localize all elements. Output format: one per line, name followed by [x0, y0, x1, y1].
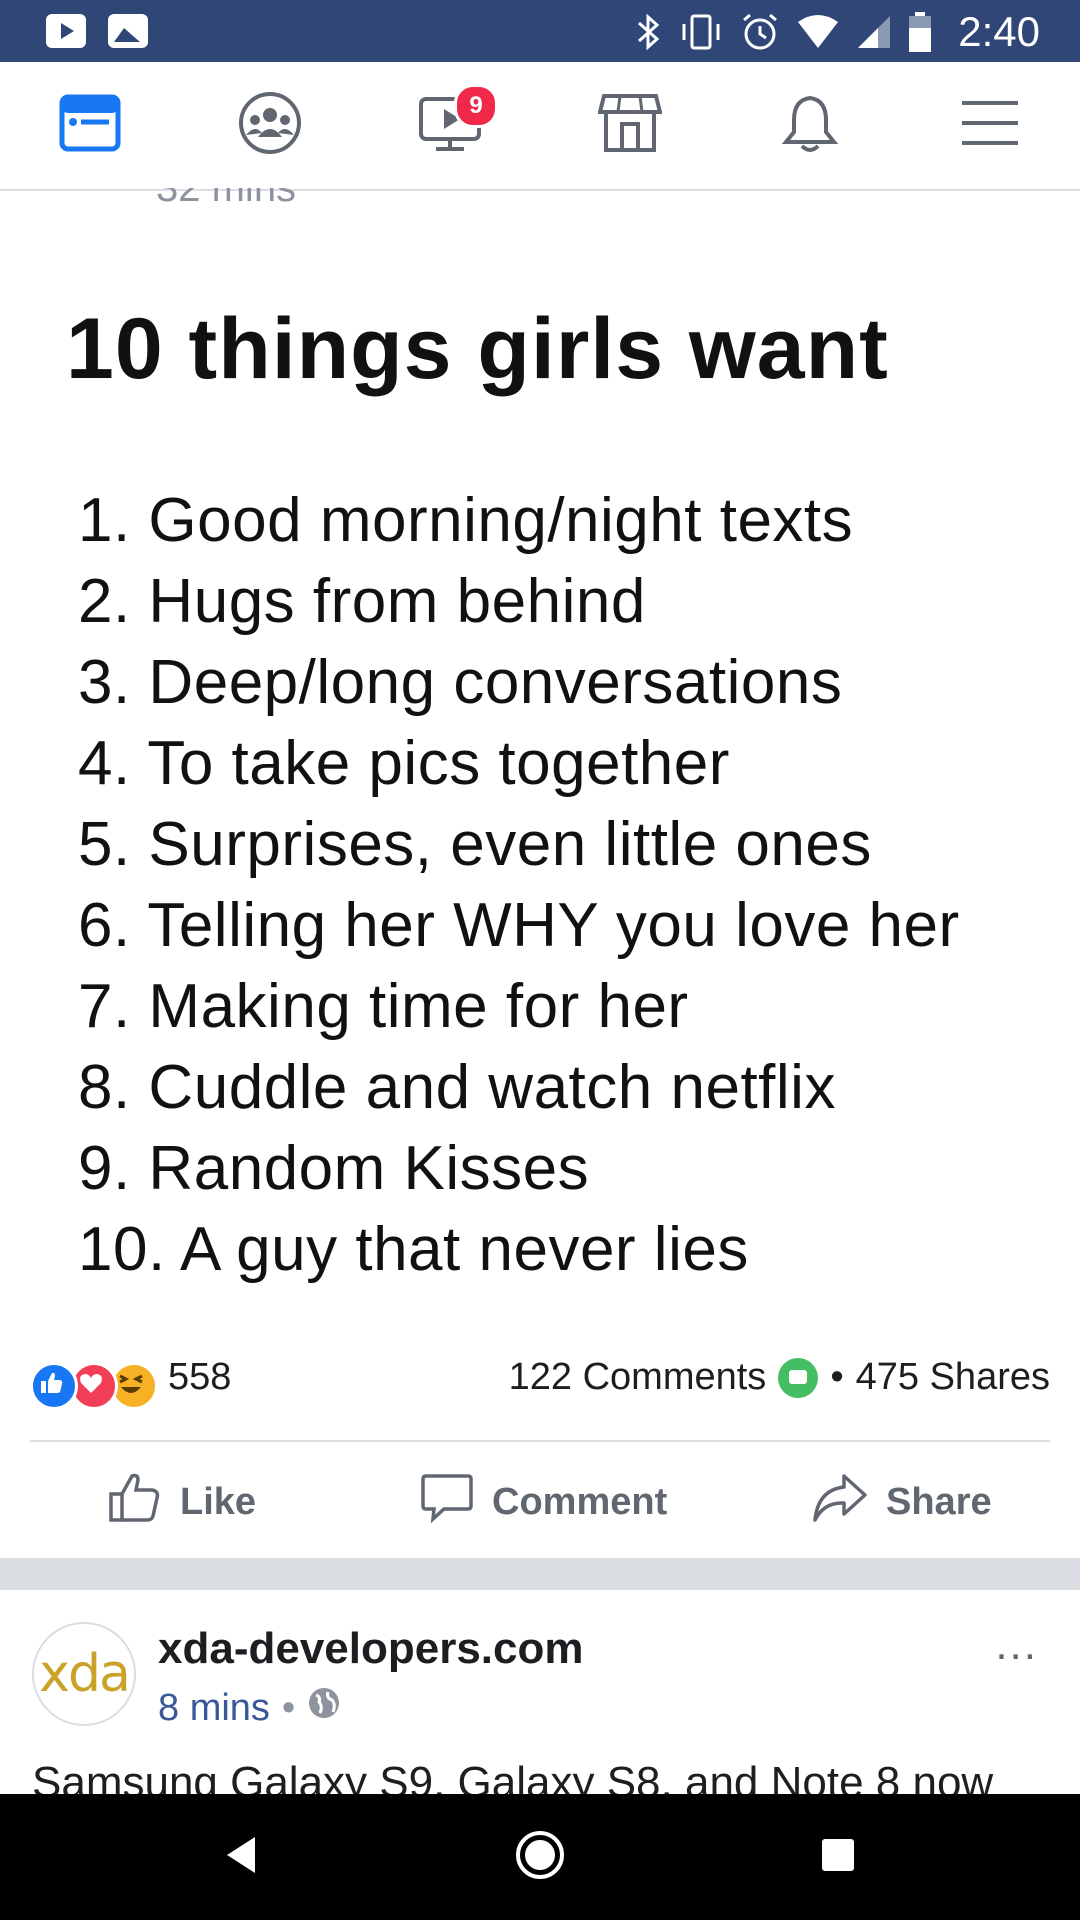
- status-bar: 2:40: [0, 0, 1080, 62]
- engagement-counts: 122 Comments • 475 Shares: [509, 1356, 1050, 1399]
- home-icon: [514, 1829, 566, 1886]
- system-navigation-bar: [0, 1794, 1080, 1920]
- share-label: Share: [886, 1480, 992, 1523]
- reaction-count[interactable]: 558: [168, 1356, 231, 1399]
- list-item: 6. Telling her WHY you love her: [78, 891, 960, 960]
- nav-watch[interactable]: 9: [390, 62, 510, 189]
- comment-label: Comment: [492, 1480, 668, 1523]
- vibrate-icon: [678, 12, 724, 52]
- post-time[interactable]: 8 mins: [158, 1687, 270, 1730]
- top-navigation: 9: [0, 62, 1080, 191]
- list-item: 2. Hugs from behind: [78, 567, 646, 636]
- bluetooth-icon: [636, 12, 662, 52]
- avatar[interactable]: xda: [32, 1622, 136, 1726]
- feed-post: xda xda-developers.com 8 mins • ... Sams…: [0, 1590, 1080, 1794]
- list-item: 5. Surprises, even little ones: [78, 810, 872, 879]
- status-bar-notifications: [46, 14, 148, 48]
- post-actions: Like Comment Share: [0, 1452, 1080, 1552]
- list-item: 3. Deep/long conversations: [78, 648, 843, 717]
- home-button[interactable]: [480, 1794, 600, 1920]
- image-list: 1. Good morning/night texts 2. Hugs from…: [78, 480, 960, 1290]
- list-item: 7. Making time for her: [78, 972, 689, 1041]
- comment-button[interactable]: Comment: [420, 1452, 667, 1552]
- post-author[interactable]: xda-developers.com: [158, 1624, 584, 1674]
- comment-bubble-icon: [778, 1357, 819, 1398]
- shares-count[interactable]: 475 Shares: [856, 1356, 1050, 1399]
- like-button[interactable]: Like: [108, 1452, 256, 1552]
- share-icon: [812, 1470, 868, 1534]
- reactions-summary: 558 122 Comments • 475 Shares: [30, 1356, 1050, 1410]
- battery-icon: [908, 12, 932, 52]
- dot-separator: •: [281, 1686, 296, 1729]
- marketplace-icon: [597, 92, 663, 159]
- list-item: 4. To take pics together: [78, 729, 730, 798]
- feed-separator: [0, 1558, 1080, 1590]
- watch-badge: 9: [454, 84, 498, 128]
- comments-count[interactable]: 122 Comments: [509, 1356, 767, 1399]
- reaction-icons[interactable]: [30, 1362, 160, 1410]
- nav-groups[interactable]: [210, 62, 330, 189]
- share-button[interactable]: Share: [812, 1452, 992, 1552]
- recents-button[interactable]: [778, 1794, 898, 1920]
- wifi-icon: [796, 14, 840, 50]
- like-reaction-icon: [30, 1362, 78, 1410]
- post-timestamp: 32 mins: [156, 188, 296, 202]
- list-item: 1. Good morning/night texts: [78, 486, 854, 555]
- list-item: 9. Random Kisses: [78, 1134, 590, 1203]
- bell-icon: [780, 92, 840, 159]
- back-icon: [221, 1833, 261, 1882]
- divider: [30, 1440, 1050, 1442]
- thumbs-up-icon: [108, 1470, 162, 1534]
- youtube-notification-icon: [46, 14, 86, 48]
- recents-icon: [818, 1835, 858, 1880]
- post-meta: 8 mins •: [158, 1686, 341, 1730]
- signal-icon: [856, 14, 892, 50]
- back-button[interactable]: [181, 1794, 301, 1920]
- image-title: 10 things girls want: [66, 301, 889, 397]
- globe-icon: [307, 1686, 341, 1730]
- more-options-button[interactable]: ...: [995, 1620, 1038, 1670]
- news-feed-icon: [59, 94, 121, 157]
- alarm-icon: [740, 12, 780, 52]
- post-text: Samsung Galaxy S9, Galaxy S8, and Note 8…: [32, 1758, 994, 1794]
- status-bar-system: 2:40: [636, 8, 1040, 56]
- menu-icon: [960, 98, 1020, 153]
- dot-separator: •: [830, 1356, 844, 1398]
- list-item: 8. Cuddle and watch netflix: [78, 1053, 836, 1122]
- nav-news-feed[interactable]: [30, 62, 150, 189]
- status-time: 2:40: [958, 8, 1040, 55]
- comment-icon: [420, 1470, 474, 1534]
- groups-icon: [238, 91, 302, 160]
- image-notification-icon: [108, 14, 148, 48]
- nav-menu[interactable]: [930, 62, 1050, 189]
- list-item: 10. A guy that never lies: [78, 1215, 749, 1284]
- like-label: Like: [180, 1480, 257, 1523]
- nav-marketplace[interactable]: [570, 62, 690, 189]
- nav-notifications[interactable]: [750, 62, 870, 189]
